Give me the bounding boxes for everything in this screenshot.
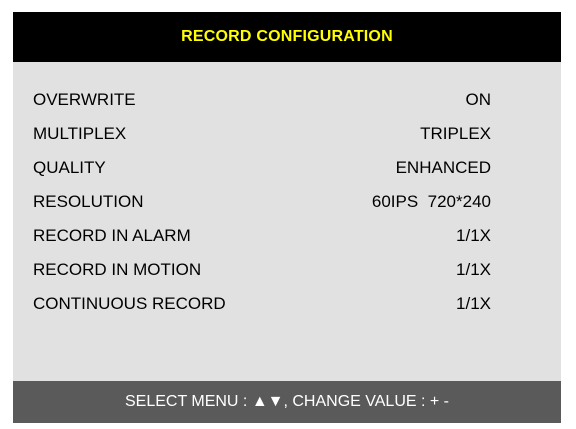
setting-record-in-motion[interactable]: RECORD IN MOTION 1/1X	[13, 254, 561, 288]
setting-resolution[interactable]: RESOLUTION 60IPS 720*240	[13, 186, 561, 220]
setting-label: RECORD IN ALARM	[33, 226, 191, 245]
setting-value[interactable]: ON	[466, 90, 492, 110]
setting-quality[interactable]: QUALITY ENHANCED	[13, 152, 561, 186]
menu-title-bar: RECORD CONFIGURATION	[13, 12, 561, 62]
setting-label: CONTINUOUS RECORD	[33, 294, 226, 313]
menu-title: RECORD CONFIGURATION	[181, 28, 393, 45]
setting-overwrite[interactable]: OVERWRITE ON	[13, 84, 561, 118]
setting-value[interactable]: 1/1X	[456, 294, 491, 314]
setting-value[interactable]: 1/1X	[456, 260, 491, 280]
record-configuration-menu: RECORD CONFIGURATION OVERWRITE ON MULTIP…	[13, 12, 561, 423]
setting-label: RECORD IN MOTION	[33, 260, 202, 279]
setting-record-in-alarm[interactable]: RECORD IN ALARM 1/1X	[13, 220, 561, 254]
setting-label: QUALITY	[33, 158, 106, 177]
setting-multiplex[interactable]: MULTIPLEX TRIPLEX	[13, 118, 561, 152]
setting-value[interactable]: 1/1X	[456, 226, 491, 246]
settings-list: OVERWRITE ON MULTIPLEX TRIPLEX QUALITY E…	[13, 84, 561, 322]
help-footer: SELECT MENU : ▲▼, CHANGE VALUE : + -	[13, 381, 561, 423]
setting-label: MULTIPLEX	[33, 124, 127, 143]
setting-value[interactable]: TRIPLEX	[420, 124, 491, 144]
help-text: SELECT MENU : ▲▼, CHANGE VALUE : + -	[124, 393, 450, 410]
setting-value[interactable]: ENHANCED	[396, 158, 491, 178]
setting-label: OVERWRITE	[33, 90, 136, 109]
setting-value[interactable]: 60IPS 720*240	[372, 192, 491, 212]
setting-label: RESOLUTION	[33, 192, 144, 211]
setting-continuous-record[interactable]: CONTINUOUS RECORD 1/1X	[13, 288, 561, 322]
